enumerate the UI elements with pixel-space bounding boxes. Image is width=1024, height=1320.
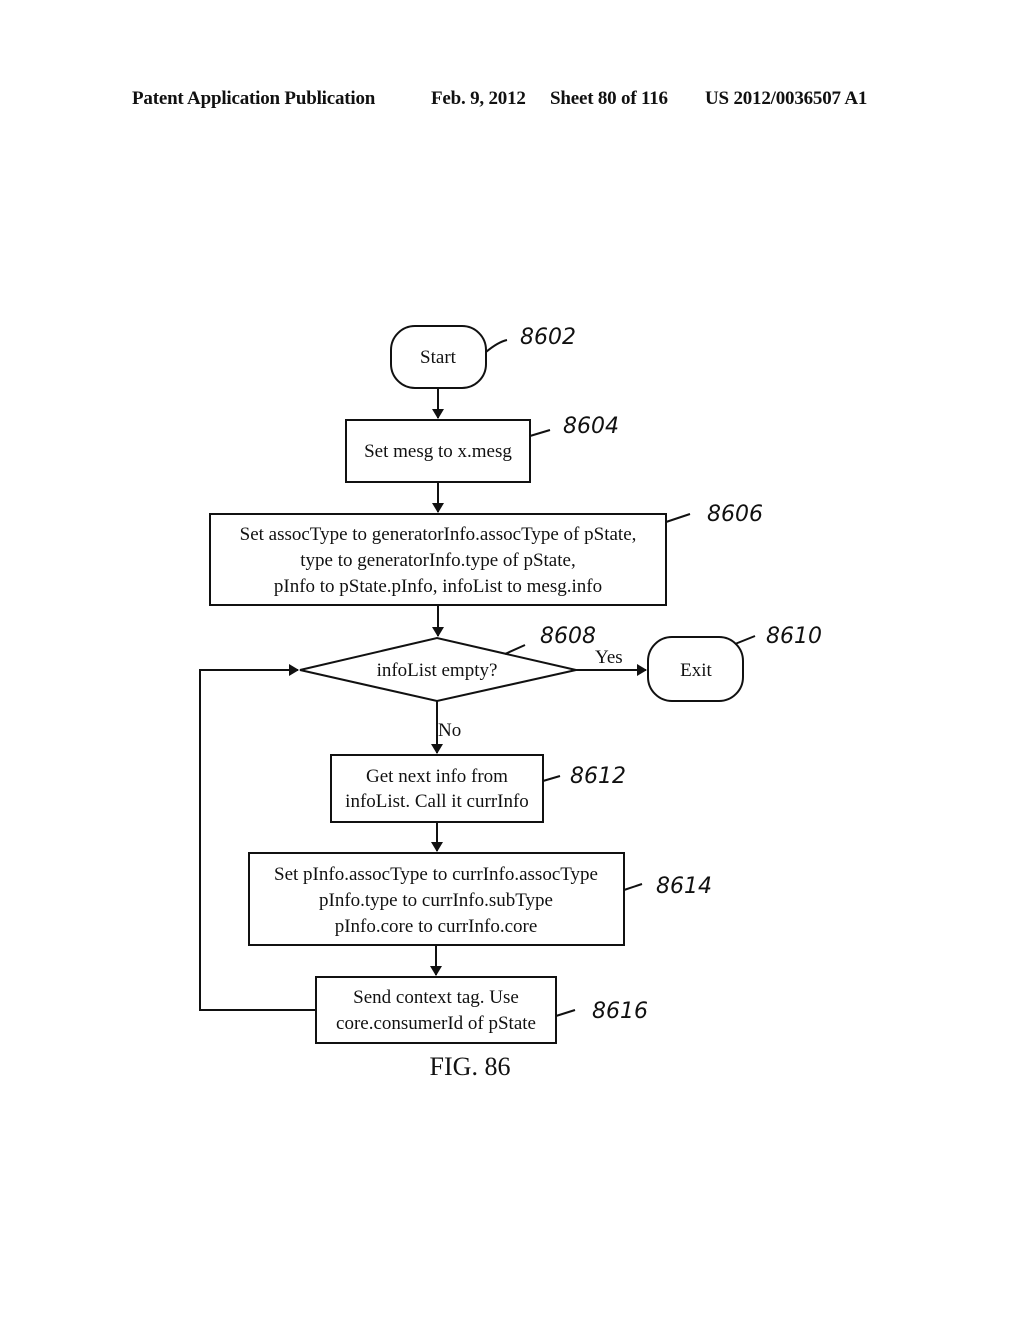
ref-leader-8614 — [623, 883, 643, 891]
set-pinfo-line-1: Set pInfo.assocType to currInfo.assocTyp… — [274, 864, 598, 885]
decision-yes-label: Yes — [595, 647, 623, 668]
set-assoc-line-1: Set assocType to generatorInfo.assocType… — [240, 524, 637, 545]
set-pinfo-line-2: pInfo.type to currInfo.subType — [319, 890, 553, 911]
get-next-line-2: infoList. Call it currInfo — [345, 791, 529, 812]
loop-back-line — [199, 664, 316, 1011]
ref-leader-8608 — [504, 644, 526, 655]
ref-8604: 8604 — [563, 414, 619, 439]
ref-leader-8602 — [485, 339, 508, 353]
set-assoc-line-2: type to generatorInfo.type of pState, — [300, 550, 575, 571]
set-mesg-label: Set mesg to x.mesg — [364, 441, 512, 462]
figure-caption: FIG. 86 — [430, 1052, 511, 1081]
ref-leader-8610 — [734, 635, 756, 645]
flowchart: Start Set mesg to x.mesg Set assocType t… — [199, 325, 822, 1081]
ref-leader-8606 — [665, 513, 691, 523]
ref-leader-8604 — [529, 429, 551, 437]
set-pinfo-line-3: pInfo.core to currInfo.core — [335, 916, 538, 937]
start-label: Start — [420, 347, 457, 368]
ref-leader-8612 — [542, 775, 561, 782]
set-assoc-line-3: pInfo to pState.pInfo, infoList to mesg.… — [274, 576, 602, 597]
ref-8606: 8606 — [707, 502, 763, 527]
ref-8602: 8602 — [520, 325, 576, 350]
ref-8610: 8610 — [766, 624, 822, 649]
ref-leader-8616 — [555, 1009, 576, 1017]
ref-8612: 8612 — [570, 764, 626, 789]
send-tag-line-2: core.consumerId of pState — [336, 1013, 536, 1034]
send-tag-line-1: Send context tag. Use — [353, 987, 519, 1008]
ref-8616: 8616 — [592, 999, 648, 1024]
decision-no-label: No — [438, 720, 461, 741]
decision-label: infoList empty? — [377, 660, 498, 681]
exit-label: Exit — [680, 660, 712, 681]
ref-8608: 8608 — [540, 624, 596, 649]
get-next-line-1: Get next info from — [366, 766, 508, 787]
ref-8614: 8614 — [656, 874, 712, 899]
